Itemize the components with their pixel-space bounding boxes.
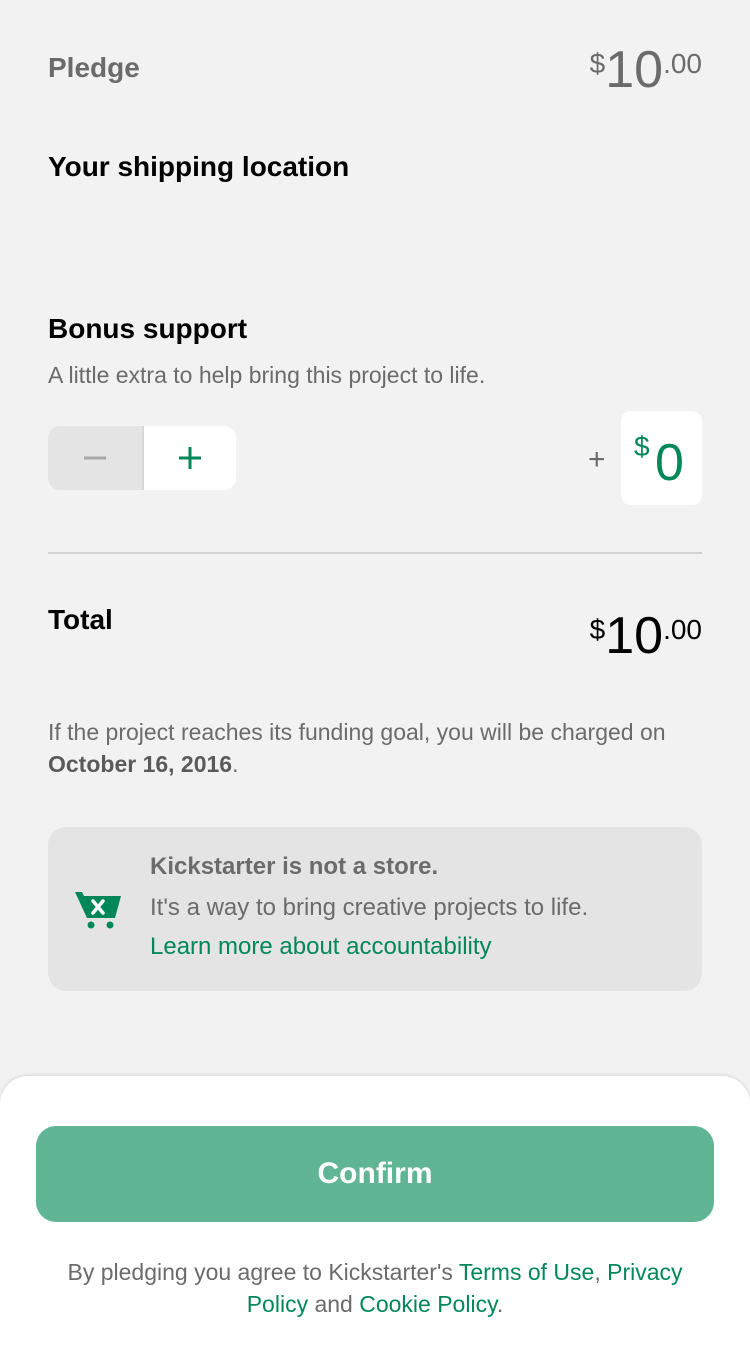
total-cents: .00 [663, 614, 702, 645]
total-whole: 10 [605, 607, 664, 665]
pledge-cents: .00 [663, 48, 702, 79]
accountability-link[interactable]: Learn more about accountability [150, 933, 492, 961]
cookie-link[interactable]: Cookie Policy [359, 1291, 497, 1317]
plus-icon [179, 447, 201, 469]
pledge-currency: $ [589, 48, 606, 79]
bonus-support-title: Bonus support [48, 313, 248, 344]
total-currency: $ [589, 614, 606, 645]
divider [48, 552, 702, 554]
bonus-stepper [48, 426, 236, 490]
legal-end: . [496, 1291, 504, 1317]
minus-icon [84, 456, 106, 460]
legal-text: By pledging you agree to Kickstarter's T… [60, 1256, 690, 1320]
bonus-support-subtitle: A little extra to help bring this projec… [48, 362, 486, 388]
not-a-store-subtitle: It's a way to bring creative projects to… [150, 894, 589, 921]
shipping-location-label: Your shipping location [48, 151, 350, 182]
bonus-currency: $ [634, 431, 650, 462]
increment-button[interactable] [142, 426, 236, 490]
bonus-amount-field[interactable]: $ 0 [621, 411, 702, 505]
total-amount: $10.00 [590, 610, 702, 662]
not-a-store-card: Kickstarter is not a store. It's a way t… [48, 827, 702, 991]
cart-x-icon [75, 892, 121, 929]
pledge-whole: 10 [605, 41, 664, 99]
bonus-plus-sign: + [588, 443, 606, 476]
total-label: Total [48, 604, 113, 635]
charge-note-prefix: If the project reaches its funding goal,… [48, 719, 666, 745]
charge-date-note: If the project reaches its funding goal,… [48, 716, 668, 780]
bonus-amount-value: 0 [655, 434, 684, 492]
charge-note-suffix: . [232, 751, 239, 777]
pledge-amount: $10.00 [590, 44, 702, 96]
charge-date: October 16, 2016 [48, 751, 233, 777]
pledge-label: Pledge [48, 52, 140, 83]
legal-sep-2: and [308, 1291, 360, 1317]
legal-sep-1: , [594, 1259, 608, 1285]
terms-link[interactable]: Terms of Use [459, 1259, 594, 1285]
confirm-button[interactable]: Confirm [36, 1126, 714, 1222]
not-a-store-title: Kickstarter is not a store. [150, 853, 439, 880]
bottom-sheet: Confirm By pledging you agree to Kicksta… [0, 1076, 750, 1346]
decrement-button[interactable] [48, 426, 142, 490]
legal-prefix: By pledging you agree to Kickstarter's [67, 1259, 459, 1285]
